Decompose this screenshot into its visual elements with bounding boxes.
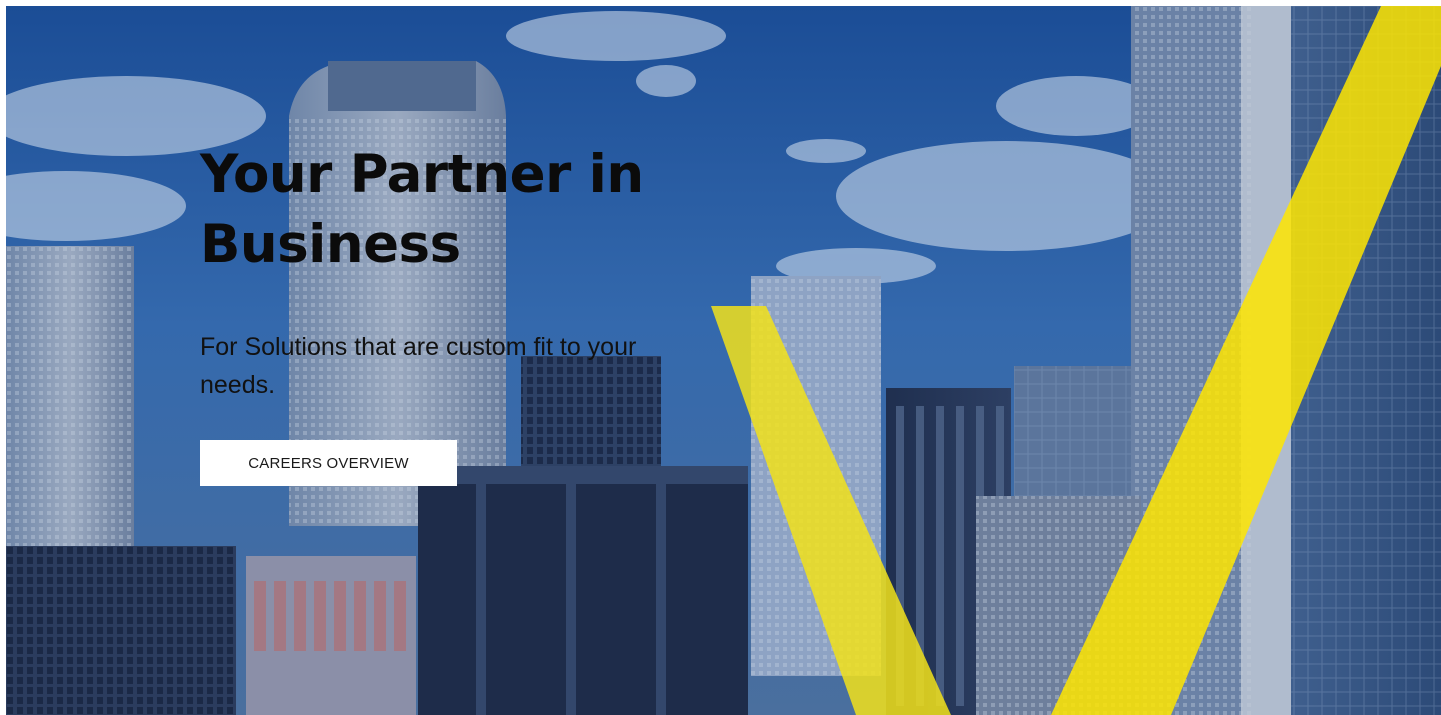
- hero-content: Your Partner in Business For Solutions t…: [200, 140, 720, 486]
- hero-title-line-1: Your Partner in: [200, 144, 644, 205]
- building-foreground-red: [246, 556, 416, 715]
- careers-overview-button[interactable]: CAREERS OVERVIEW: [200, 440, 457, 486]
- hero-subtitle: For Solutions that are custom fit to you…: [200, 333, 637, 399]
- hero-title-line-2: Business: [200, 214, 461, 275]
- hero-banner: Your Partner in Business For Solutions t…: [6, 6, 1441, 715]
- hero-title: Your Partner in Business: [200, 140, 720, 280]
- building-foreground-dark: [418, 466, 748, 715]
